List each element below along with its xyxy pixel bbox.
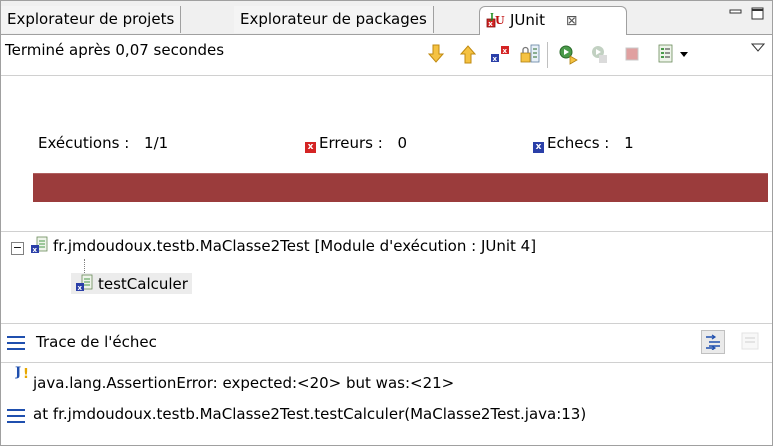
runs-counter: Exécutions : 1/1 [38,134,168,152]
previous-failure-icon[interactable] [457,43,479,65]
progress-bar [33,173,768,202]
tree-child-item[interactable]: x testCalculer [71,273,192,294]
svg-text:x: x [488,20,493,28]
failure-trace-header: Trace de l'échec [1,323,772,363]
tab-label: Explorateur de packages [240,10,427,28]
errors-label: Erreurs : [319,134,383,152]
stack-trace-icon [7,336,25,350]
test-run-history-icon[interactable] [655,43,677,65]
svg-text:J: J [15,365,21,380]
errors-value: 0 [397,134,408,152]
failures-label: Echecs : [547,134,610,152]
tab-label: Explorateur de projets [7,10,175,28]
rerun-failed-first-icon[interactable] [589,43,611,65]
svg-text:x: x [78,284,83,292]
test-tree: − x fr.jmdoudoux.testb.MaClasse2Test [Mo… [1,231,772,312]
stop-icon[interactable] [621,43,643,65]
failures-value: 1 [624,134,634,152]
minimize-icon[interactable] [729,7,743,23]
runs-value: 1/1 [144,134,169,152]
svg-text:J: J [489,12,494,21]
stack-frame-icon [7,409,25,423]
assertion-error-icon: J! [14,364,31,386]
close-tab-icon[interactable]: ⊠ [566,13,578,29]
failure-icon: x [533,142,544,153]
trace-line[interactable]: at fr.jmdoudoux.testb.MaClasse2Test.test… [33,405,586,423]
scroll-lock-icon[interactable] [519,43,541,65]
toolbar-separator [547,42,548,68]
compare-result-icon[interactable] [741,332,759,354]
junit-icon: x U J [486,11,506,30]
tab-junit[interactable]: x U J JUnit ⊠ [479,6,627,35]
svg-text:x: x [493,55,498,63]
tab-package-explorer[interactable]: Explorateur de packages [234,6,434,33]
tab-bar: Explorateur de projets Explorateur de pa… [1,1,772,35]
test-failure-icon: x [75,274,93,292]
errors-counter: x Erreurs : 0 [305,134,407,153]
trace-title: Trace de l'échec [36,333,157,351]
trace-line[interactable]: java.lang.AssertionError: expected:<20> … [33,374,454,392]
next-failure-icon[interactable] [425,43,447,65]
runs-label: Exécutions : [38,134,130,152]
rerun-icon[interactable] [557,43,579,65]
error-icon: x [305,142,316,153]
tree-root-item[interactable]: x fr.jmdoudoux.testb.MaClasse2Test [Modu… [30,236,536,255]
tab-project-explorer[interactable]: Explorateur de projets [1,6,182,33]
junit-view: Explorateur de projets Explorateur de pa… [0,0,773,446]
maximize-icon[interactable] [751,7,765,25]
collapse-toggle[interactable]: − [11,242,24,255]
status-text: Terminé après 0,07 secondes [5,41,225,59]
svg-text:x: x [503,47,508,55]
failures-counter: x Echecs : 1 [533,134,634,153]
tree-root-label: fr.jmdoudoux.testb.MaClasse2Test [Module… [53,237,537,255]
tree-child-label: testCalculer [98,275,188,293]
svg-text:U: U [495,14,505,27]
svg-text:!: ! [23,367,29,382]
view-menu-icon[interactable] [749,37,767,59]
filter-stack-icon[interactable] [701,330,725,354]
show-failures-only-icon[interactable]: xx [489,43,511,65]
test-suite-error-icon: x [30,236,48,254]
svg-text:x: x [33,246,38,254]
status-toolbar: Terminé après 0,07 secondes xx [1,35,772,76]
failure-trace: J! java.lang.AssertionError: expected:<2… [1,362,772,445]
counters-panel: Exécutions : 1/1 x Erreurs : 0 x Echecs : … [1,121,772,161]
dropdown-arrow-icon[interactable] [677,43,691,65]
tab-label: JUnit [510,11,545,29]
